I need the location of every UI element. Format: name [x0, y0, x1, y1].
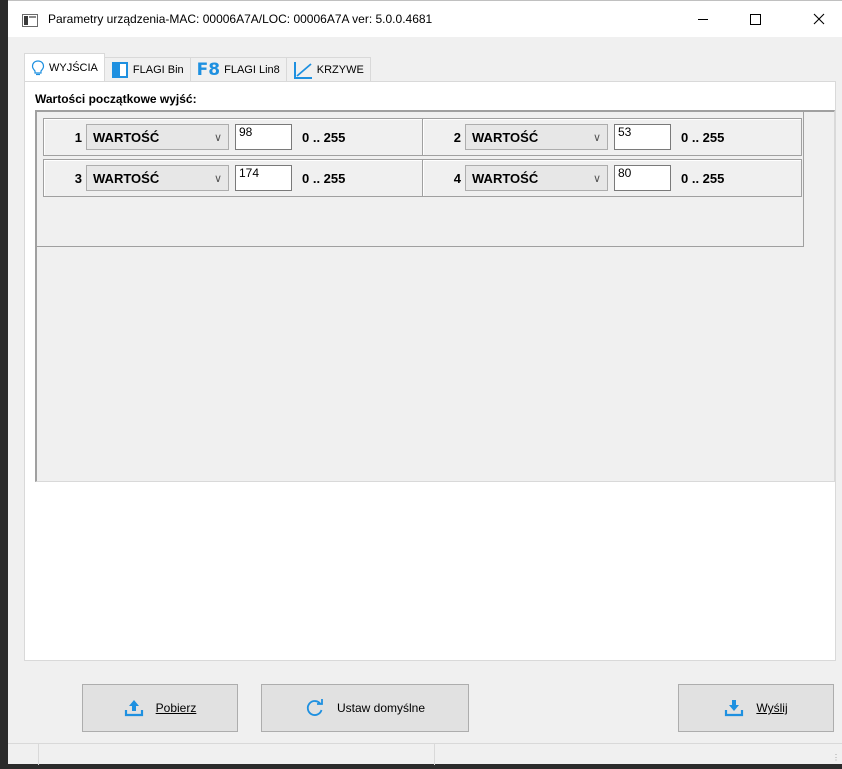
- curve-icon: [293, 61, 313, 79]
- output-mode-select[interactable]: WARTOŚĆ ∨: [86, 165, 229, 191]
- tab-curves-label: KRZYWE: [316, 63, 364, 76]
- status-divider: [434, 744, 435, 765]
- output-index: 2: [453, 129, 461, 145]
- output-mode-value: WARTOŚĆ: [93, 170, 160, 186]
- output-value-input[interactable]: [235, 124, 292, 150]
- maximize-button[interactable]: [732, 1, 778, 37]
- output-index: 4: [453, 170, 461, 186]
- output-range: 0 .. 255: [302, 129, 346, 145]
- output-range: 0 .. 255: [681, 129, 725, 145]
- tab-outputs-label: WYJŚCIA: [49, 61, 98, 74]
- resize-grip-icon[interactable]: ⋮: [832, 753, 840, 762]
- app-window-icon: [22, 14, 38, 27]
- maximize-icon: [749, 13, 761, 25]
- flag-bin-icon: [111, 61, 129, 79]
- send-button-label: Wyślij: [756, 701, 788, 715]
- download-icon: [725, 700, 744, 717]
- upload-icon: [124, 700, 143, 717]
- chevron-down-icon: ∨: [213, 172, 222, 185]
- tab-flags-bin[interactable]: FLAGI Bin: [103, 57, 191, 81]
- minimize-button[interactable]: [680, 1, 726, 37]
- minimize-icon: [698, 18, 708, 20]
- desktop-edge: [0, 0, 8, 769]
- chevron-down-icon: ∨: [213, 131, 222, 144]
- close-icon: [813, 13, 825, 25]
- refresh-icon: [306, 699, 323, 716]
- chevron-down-icon: ∨: [592, 131, 601, 144]
- chevron-down-icon: ∨: [592, 172, 601, 185]
- close-button[interactable]: [796, 1, 842, 37]
- output-row: 4 WARTOŚĆ ∨ 0 .. 255: [422, 159, 802, 197]
- output-mode-select[interactable]: WARTOŚĆ ∨: [465, 124, 608, 150]
- status-bar: ⋮: [8, 743, 842, 765]
- set-defaults-button[interactable]: Ustaw domyślne: [261, 684, 469, 732]
- send-button[interactable]: Wyślij: [678, 684, 834, 732]
- tab-strip: WYJŚCIA FLAGI Bin F8 FLAGI Lin8 KRZYWE: [24, 53, 371, 81]
- download-button-label: Pobierz: [155, 701, 197, 715]
- output-range: 0 .. 255: [302, 170, 346, 186]
- output-row: 2 WARTOŚĆ ∨ 0 .. 255: [422, 118, 802, 156]
- output-value-input[interactable]: [235, 165, 292, 191]
- output-row: 3 WARTOŚĆ ∨ 0 .. 255: [43, 159, 423, 197]
- tab-flags-bin-label: FLAGI Bin: [132, 63, 184, 76]
- outputs-group[interactable]: 1 WARTOŚĆ∨ 0 .. 255 2 WARTOŚĆ∨ 0 .. 255 …: [35, 110, 835, 482]
- tab-flags-lin8[interactable]: F8 FLAGI Lin8: [189, 57, 287, 81]
- output-mode-value: WARTOŚĆ: [93, 129, 160, 145]
- outputs-grid: 1 WARTOŚĆ∨ 0 .. 255 2 WARTOŚĆ∨ 0 .. 255 …: [37, 112, 804, 247]
- device-parameters-window: Parametry urządzenia-MAC: 00006A7A/LOC: …: [8, 0, 842, 765]
- output-row: 1 WARTOŚĆ ∨ 0 .. 255: [43, 118, 423, 156]
- output-mode-value: WARTOŚĆ: [472, 170, 539, 186]
- status-divider: [38, 744, 39, 765]
- output-value-input[interactable]: [614, 124, 671, 150]
- output-range: 0 .. 255: [681, 170, 725, 186]
- tab-flags-lin8-label: FLAGI Lin8: [224, 63, 280, 76]
- lightbulb-icon: [31, 59, 45, 76]
- set-defaults-button-label: Ustaw domyślne: [336, 701, 426, 715]
- output-mode-select[interactable]: WARTOŚĆ ∨: [86, 124, 229, 150]
- window-title: Parametry urządzenia-MAC: 00006A7A/LOC: …: [48, 12, 433, 26]
- output-value-input[interactable]: [614, 165, 671, 191]
- tab-outputs[interactable]: WYJŚCIA: [24, 53, 105, 81]
- title-bar[interactable]: Parametry urządzenia-MAC: 00006A7A/LOC: …: [8, 1, 842, 37]
- output-index: 3: [74, 170, 82, 186]
- outputs-tab-panel: Wartości początkowe wyjść: 1 WARTOŚĆ ∨ 0 …: [24, 81, 836, 661]
- output-mode-select[interactable]: WARTOŚĆ ∨: [465, 165, 608, 191]
- output-index: 1: [74, 129, 82, 145]
- download-button[interactable]: Pobierz: [82, 684, 238, 732]
- output-mode-value: WARTOŚĆ: [472, 129, 539, 145]
- section-title: Wartości początkowe wyjść:: [35, 92, 197, 106]
- screen: Parametry urządzenia-MAC: 00006A7A/LOC: …: [0, 0, 842, 769]
- tab-curves[interactable]: KRZYWE: [285, 57, 371, 81]
- f8-icon: F8: [196, 59, 221, 80]
